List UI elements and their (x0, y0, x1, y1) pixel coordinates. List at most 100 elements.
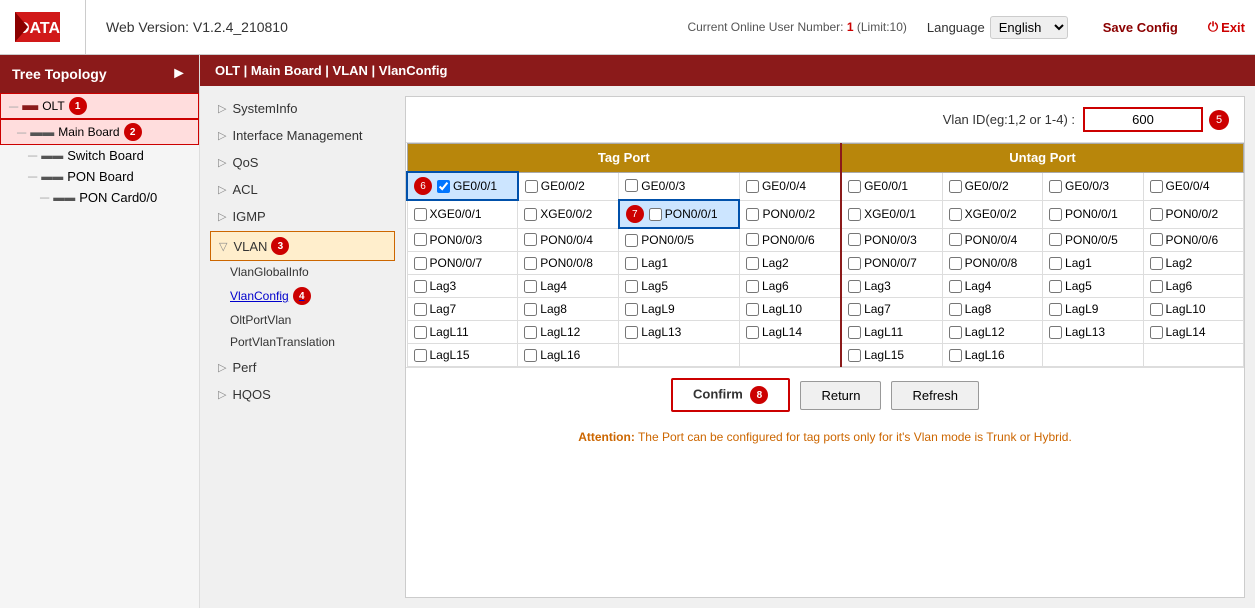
tag-port-checkbox-Lag4[interactable] (524, 280, 537, 293)
confirm-button[interactable]: Confirm 8 (671, 378, 790, 412)
tag-port-Lag3[interactable]: Lag3 (414, 279, 512, 293)
untag-port-LagL9[interactable]: LagL9 (1049, 302, 1136, 316)
tag-port-XGE0/0/2[interactable]: XGE0/0/2 (524, 207, 612, 221)
nav-item-igmp[interactable]: ▷ IGMP (210, 204, 395, 229)
exit-button[interactable]: ⏻ Exit (1208, 19, 1245, 35)
tag-port-GE0/0/1[interactable]: 6GE0/0/1 (414, 177, 511, 195)
tag-port-checkbox-LagL13[interactable] (625, 326, 638, 339)
untag-port-PON0/0/6[interactable]: PON0/0/6 (1150, 233, 1238, 247)
untag-port-checkbox-PON0/0/6[interactable] (1150, 233, 1163, 246)
tag-port-Lag4[interactable]: Lag4 (524, 279, 612, 293)
untag-port-LagL10[interactable]: LagL10 (1150, 302, 1238, 316)
untag-port-checkbox-PON0/0/3[interactable] (848, 233, 861, 246)
untag-port-PON0/0/1[interactable]: PON0/0/1 (1049, 207, 1136, 221)
nav-item-system-info[interactable]: ▷ SystemInfo (210, 96, 395, 121)
tag-port-checkbox-Lag2[interactable] (746, 257, 759, 270)
tag-port-checkbox-PON0/0/2[interactable] (746, 208, 759, 221)
tag-port-GE0/0/2[interactable]: GE0/0/2 (525, 179, 613, 193)
tag-port-LagL15[interactable]: LagL15 (414, 348, 512, 362)
tag-port-LagL9[interactable]: LagL9 (625, 302, 733, 316)
tag-port-checkbox-Lag5[interactable] (625, 280, 638, 293)
untag-port-LagL16[interactable]: LagL16 (949, 348, 1036, 362)
sidebar-collapse-icon[interactable]: ► (171, 65, 187, 83)
nav-item-vlan[interactable]: ▽ VLAN 3 (210, 231, 395, 261)
tag-port-checkbox-XGE0/0/1[interactable] (414, 208, 427, 221)
nav-sub-olt-port-vlan[interactable]: OltPortVlan (210, 309, 395, 331)
untag-port-checkbox-Lag7[interactable] (848, 303, 861, 316)
tag-port-checkbox-LagL9[interactable] (625, 303, 638, 316)
nav-item-acl[interactable]: ▷ ACL (210, 177, 395, 202)
untag-port-PON0/0/4[interactable]: PON0/0/4 (949, 233, 1036, 247)
tag-port-LagL13[interactable]: LagL13 (625, 325, 733, 339)
untag-port-checkbox-PON0/0/8[interactable] (949, 257, 962, 270)
untag-port-checkbox-XGE0/0/2[interactable] (949, 208, 962, 221)
nav-item-interface-mgmt[interactable]: ▷ Interface Management (210, 123, 395, 148)
tag-port-checkbox-LagL14[interactable] (746, 326, 759, 339)
tag-port-Lag7[interactable]: Lag7 (414, 302, 512, 316)
untag-port-LagL13[interactable]: LagL13 (1049, 325, 1136, 339)
tag-port-checkbox-LagL11[interactable] (414, 326, 427, 339)
tag-port-checkbox-Lag8[interactable] (524, 303, 537, 316)
sidebar-item-switch-board[interactable]: ─ ▬▬ Switch Board (0, 145, 199, 166)
tag-port-checkbox-LagL16[interactable] (524, 349, 537, 362)
language-select[interactable]: English Chinese (990, 16, 1068, 39)
untag-port-checkbox-GE0/0/2[interactable] (949, 180, 962, 193)
tag-port-Lag6[interactable]: Lag6 (746, 279, 834, 293)
untag-port-checkbox-LagL15[interactable] (848, 349, 861, 362)
untag-port-Lag5[interactable]: Lag5 (1049, 279, 1136, 293)
tag-port-checkbox-PON0/0/3[interactable] (414, 233, 427, 246)
tag-port-Lag5[interactable]: Lag5 (625, 279, 733, 293)
untag-port-Lag1[interactable]: Lag1 (1049, 256, 1136, 270)
untag-port-GE0/0/3[interactable]: GE0/0/3 (1049, 179, 1136, 193)
tag-port-PON0/0/4[interactable]: PON0/0/4 (524, 233, 612, 247)
tag-port-checkbox-Lag1[interactable] (625, 257, 638, 270)
untag-port-PON0/0/7[interactable]: PON0/0/7 (848, 256, 936, 270)
untag-port-checkbox-XGE0/0/1[interactable] (848, 208, 861, 221)
refresh-button[interactable]: Refresh (891, 381, 979, 410)
vlan-id-input[interactable] (1083, 107, 1203, 132)
untag-port-checkbox-LagL13[interactable] (1049, 326, 1062, 339)
tag-port-PON0/0/5[interactable]: PON0/0/5 (625, 233, 733, 247)
untag-port-checkbox-LagL14[interactable] (1150, 326, 1163, 339)
untag-port-checkbox-Lag8[interactable] (949, 303, 962, 316)
tag-port-PON0/0/3[interactable]: PON0/0/3 (414, 233, 512, 247)
untag-port-checkbox-Lag5[interactable] (1049, 280, 1062, 293)
nav-sub-vlan-global-info[interactable]: VlanGlobalInfo (210, 261, 395, 283)
untag-port-GE0/0/4[interactable]: GE0/0/4 (1150, 179, 1238, 193)
tag-port-checkbox-PON0/0/6[interactable] (746, 233, 759, 246)
sidebar-item-main-board[interactable]: ─ ▬▬ Main Board 2 (0, 119, 199, 145)
untag-port-checkbox-LagL16[interactable] (949, 349, 962, 362)
tag-port-checkbox-Lag3[interactable] (414, 280, 427, 293)
nav-item-qos[interactable]: ▷ QoS (210, 150, 395, 175)
nav-item-perf[interactable]: ▷ Perf (210, 355, 395, 380)
nav-item-hqos[interactable]: ▷ HQOS (210, 382, 395, 407)
sidebar-item-pon-card[interactable]: ─ ▬▬ PON Card0/0 (0, 187, 199, 208)
tag-port-Lag1[interactable]: Lag1 (625, 256, 733, 270)
tag-port-checkbox-LagL15[interactable] (414, 349, 427, 362)
untag-port-checkbox-LagL12[interactable] (949, 326, 962, 339)
tag-port-Lag2[interactable]: Lag2 (746, 256, 834, 270)
tag-port-GE0/0/3[interactable]: GE0/0/3 (625, 179, 733, 193)
untag-port-checkbox-Lag2[interactable] (1150, 257, 1163, 270)
tag-port-PON0/0/6[interactable]: PON0/0/6 (746, 233, 834, 247)
untag-port-GE0/0/1[interactable]: GE0/0/1 (848, 179, 936, 193)
untag-port-checkbox-PON0/0/2[interactable] (1150, 208, 1163, 221)
untag-port-checkbox-PON0/0/4[interactable] (949, 233, 962, 246)
tag-port-checkbox-GE0/0/1[interactable] (437, 180, 450, 193)
tag-port-LagL14[interactable]: LagL14 (746, 325, 834, 339)
untag-port-XGE0/0/1[interactable]: XGE0/0/1 (848, 207, 936, 221)
tag-port-LagL10[interactable]: LagL10 (746, 302, 834, 316)
untag-port-PON0/0/8[interactable]: PON0/0/8 (949, 256, 1036, 270)
tag-port-checkbox-GE0/0/4[interactable] (746, 180, 759, 193)
nav-sub-vlan-config[interactable]: VlanConfig 4 (210, 283, 395, 309)
tag-port-PON0/0/1[interactable]: 7PON0/0/1 (626, 205, 733, 223)
untag-port-LagL15[interactable]: LagL15 (848, 348, 936, 362)
tag-port-checkbox-PON0/0/5[interactable] (625, 234, 638, 247)
untag-port-checkbox-Lag1[interactable] (1049, 257, 1062, 270)
tag-port-checkbox-GE0/0/2[interactable] (525, 180, 538, 193)
untag-port-Lag4[interactable]: Lag4 (949, 279, 1036, 293)
untag-port-checkbox-PON0/0/7[interactable] (848, 257, 861, 270)
tag-port-checkbox-Lag7[interactable] (414, 303, 427, 316)
untag-port-PON0/0/2[interactable]: PON0/0/2 (1150, 207, 1238, 221)
tag-port-checkbox-LagL12[interactable] (524, 326, 537, 339)
